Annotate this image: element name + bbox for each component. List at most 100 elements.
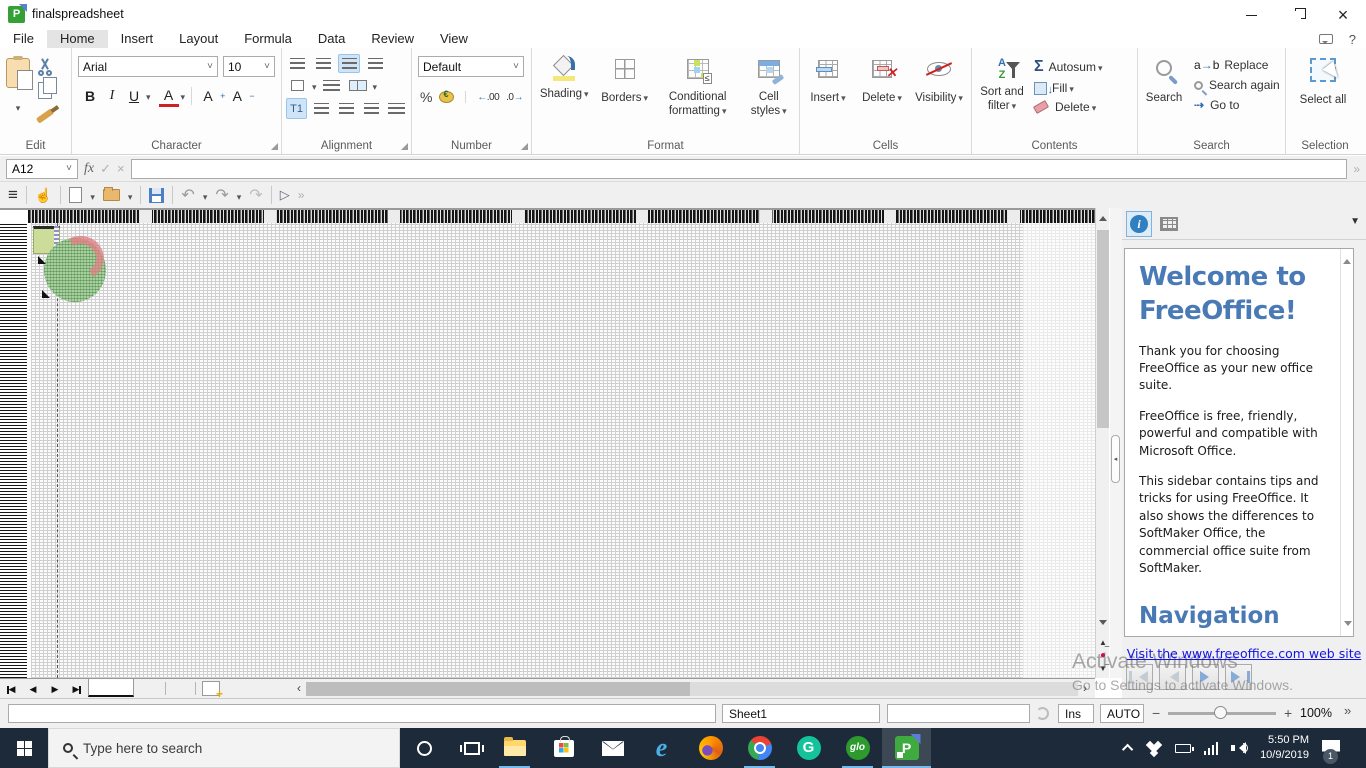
menu-data[interactable]: Data [305, 30, 358, 48]
select-all-button[interactable]: Select all [1290, 54, 1356, 110]
underline-dropdown[interactable] [146, 87, 151, 105]
replace-button[interactable]: a→b Replace [1194, 58, 1280, 72]
network-signal-icon[interactable] [1204, 742, 1219, 755]
zoom-out-button[interactable]: − [1152, 705, 1160, 721]
menu-formula[interactable]: Formula [231, 30, 305, 48]
horizontal-scrollbar[interactable] [306, 682, 1078, 696]
frame-dropdown[interactable] [312, 77, 317, 95]
open-document-dropdown[interactable] [128, 187, 133, 204]
auto-mode-field[interactable]: AUTO [1100, 704, 1144, 723]
task-view-button[interactable] [448, 728, 496, 768]
help-icon[interactable]: ? [1349, 32, 1356, 47]
new-document-icon[interactable] [69, 187, 82, 203]
shrink-font-button[interactable]: A [227, 85, 247, 107]
paste-button[interactable] [6, 58, 30, 119]
valign-bottom-icon[interactable] [338, 54, 360, 73]
cancel-entry-button[interactable]: × [117, 161, 125, 176]
fill-button[interactable]: Fill [1034, 81, 1103, 95]
cell-grid[interactable] [31, 223, 1095, 678]
select-all-corner[interactable] [0, 210, 28, 223]
hscroll-right-arrow[interactable]: › [1078, 681, 1092, 697]
cortana-button[interactable] [400, 728, 448, 768]
close-button[interactable]: × [1320, 0, 1366, 30]
repeat-icon[interactable]: ↷ [249, 185, 262, 205]
scroll-up-arrow[interactable] [1099, 212, 1107, 221]
format-painter-icon[interactable] [36, 108, 54, 123]
insert-cells-button[interactable]: Insert [804, 54, 852, 138]
sort-filter-button[interactable]: AZ Sort and filter [976, 54, 1028, 138]
merge-cells-icon[interactable] [347, 76, 369, 95]
undo-icon[interactable]: ↶ [181, 185, 194, 205]
align-right-icon[interactable] [361, 99, 382, 118]
menu-layout[interactable]: Layout [166, 30, 231, 48]
remove-decimal-button[interactable]: .0→ [506, 92, 523, 103]
previous-sheet-button[interactable]: ◀ [24, 681, 42, 697]
volume-icon[interactable] [1231, 742, 1247, 754]
menu-insert[interactable]: Insert [108, 30, 167, 48]
column-headers[interactable] [28, 210, 1095, 223]
currency-format-button[interactable] [439, 91, 454, 103]
feedback-icon[interactable] [1319, 34, 1333, 44]
search-again-button[interactable]: Search again [1194, 78, 1280, 92]
confirm-entry-button[interactable]: ✓ [100, 161, 111, 177]
hamburger-menu-icon[interactable]: ≡ [8, 185, 18, 205]
underline-button[interactable]: U [124, 85, 144, 107]
text-orientation-button[interactable]: T1 [286, 98, 307, 119]
align-justify-icon[interactable] [386, 99, 407, 118]
taskbar-glo[interactable]: glo [833, 728, 882, 768]
character-dialog-launcher[interactable] [271, 143, 278, 150]
start-button[interactable] [0, 728, 48, 768]
valign-justify-icon[interactable] [364, 54, 386, 73]
sidebar-splitter-handle[interactable]: ◂ [1111, 435, 1120, 483]
formula-input[interactable] [131, 159, 1348, 179]
insert-mode-field[interactable]: Ins [1058, 704, 1094, 723]
cell-reference-box[interactable]: A12 [6, 159, 78, 179]
scroll-down-arrow[interactable] [1099, 620, 1107, 629]
pointer-tool-icon[interactable]: ▷ [280, 187, 290, 203]
zoom-slider-thumb[interactable] [1214, 706, 1227, 719]
cell-styles-button[interactable]: Cell styles [742, 54, 795, 138]
undo-dropdown[interactable] [203, 187, 208, 204]
record-dot-button[interactable]: ● [1097, 649, 1109, 662]
restore-button[interactable] [1274, 0, 1320, 30]
alignment-dialog-launcher[interactable] [401, 143, 408, 150]
font-color-button[interactable]: A [159, 85, 179, 107]
sidebar-scroll-down[interactable] [1344, 621, 1352, 630]
valign-top-icon[interactable] [286, 54, 308, 73]
conditional-formatting-button[interactable]: Conditional formatting [657, 54, 739, 138]
horizontal-scroll-thumb[interactable] [306, 682, 690, 696]
taskbar-planmaker[interactable]: P [882, 728, 931, 768]
bottom-nav-previous-button[interactable] [1159, 664, 1186, 690]
taskbar-firefox[interactable] [686, 728, 735, 768]
zoom-level-label[interactable]: 100% [1300, 706, 1332, 720]
merge-dropdown[interactable] [373, 77, 378, 95]
cell-frame-icon[interactable] [286, 76, 308, 95]
bold-button[interactable]: B [80, 85, 100, 107]
tray-expand-icon[interactable] [1121, 744, 1132, 755]
next-sheet-button[interactable]: ▶ [46, 681, 64, 697]
delete-contents-button[interactable]: Delete [1034, 100, 1103, 114]
menu-file[interactable]: File [0, 30, 47, 48]
dropbox-icon[interactable] [1146, 742, 1162, 755]
open-document-icon[interactable] [103, 189, 120, 201]
split-down-button[interactable]: ▼̅ [1097, 662, 1109, 675]
taskbar-file-explorer[interactable] [490, 728, 539, 768]
first-sheet-button[interactable]: ◀ [2, 681, 20, 697]
battery-icon[interactable] [1175, 744, 1191, 753]
cut-icon[interactable] [36, 58, 54, 76]
taskbar-mail[interactable] [588, 728, 637, 768]
vertical-scroll-thumb[interactable] [1097, 230, 1109, 428]
sidebar-scrollbar[interactable] [1340, 249, 1353, 636]
add-sheet-button[interactable] [202, 681, 220, 696]
font-color-dropdown[interactable] [181, 87, 186, 105]
sidebar-options-dropdown[interactable]: ▼ [1350, 216, 1360, 227]
redo-dropdown[interactable] [237, 187, 242, 204]
minimize-button[interactable] [1228, 0, 1274, 30]
menu-view[interactable]: View [427, 30, 481, 48]
formula-bar-overflow[interactable]: » [1353, 162, 1360, 176]
paste-dropdown[interactable] [16, 98, 21, 116]
new-document-dropdown[interactable] [90, 187, 95, 204]
sidebar-table-tab[interactable] [1156, 211, 1182, 237]
taskbar-grammarly[interactable]: G [784, 728, 833, 768]
split-up-button[interactable]: ▲̲ [1097, 636, 1109, 649]
